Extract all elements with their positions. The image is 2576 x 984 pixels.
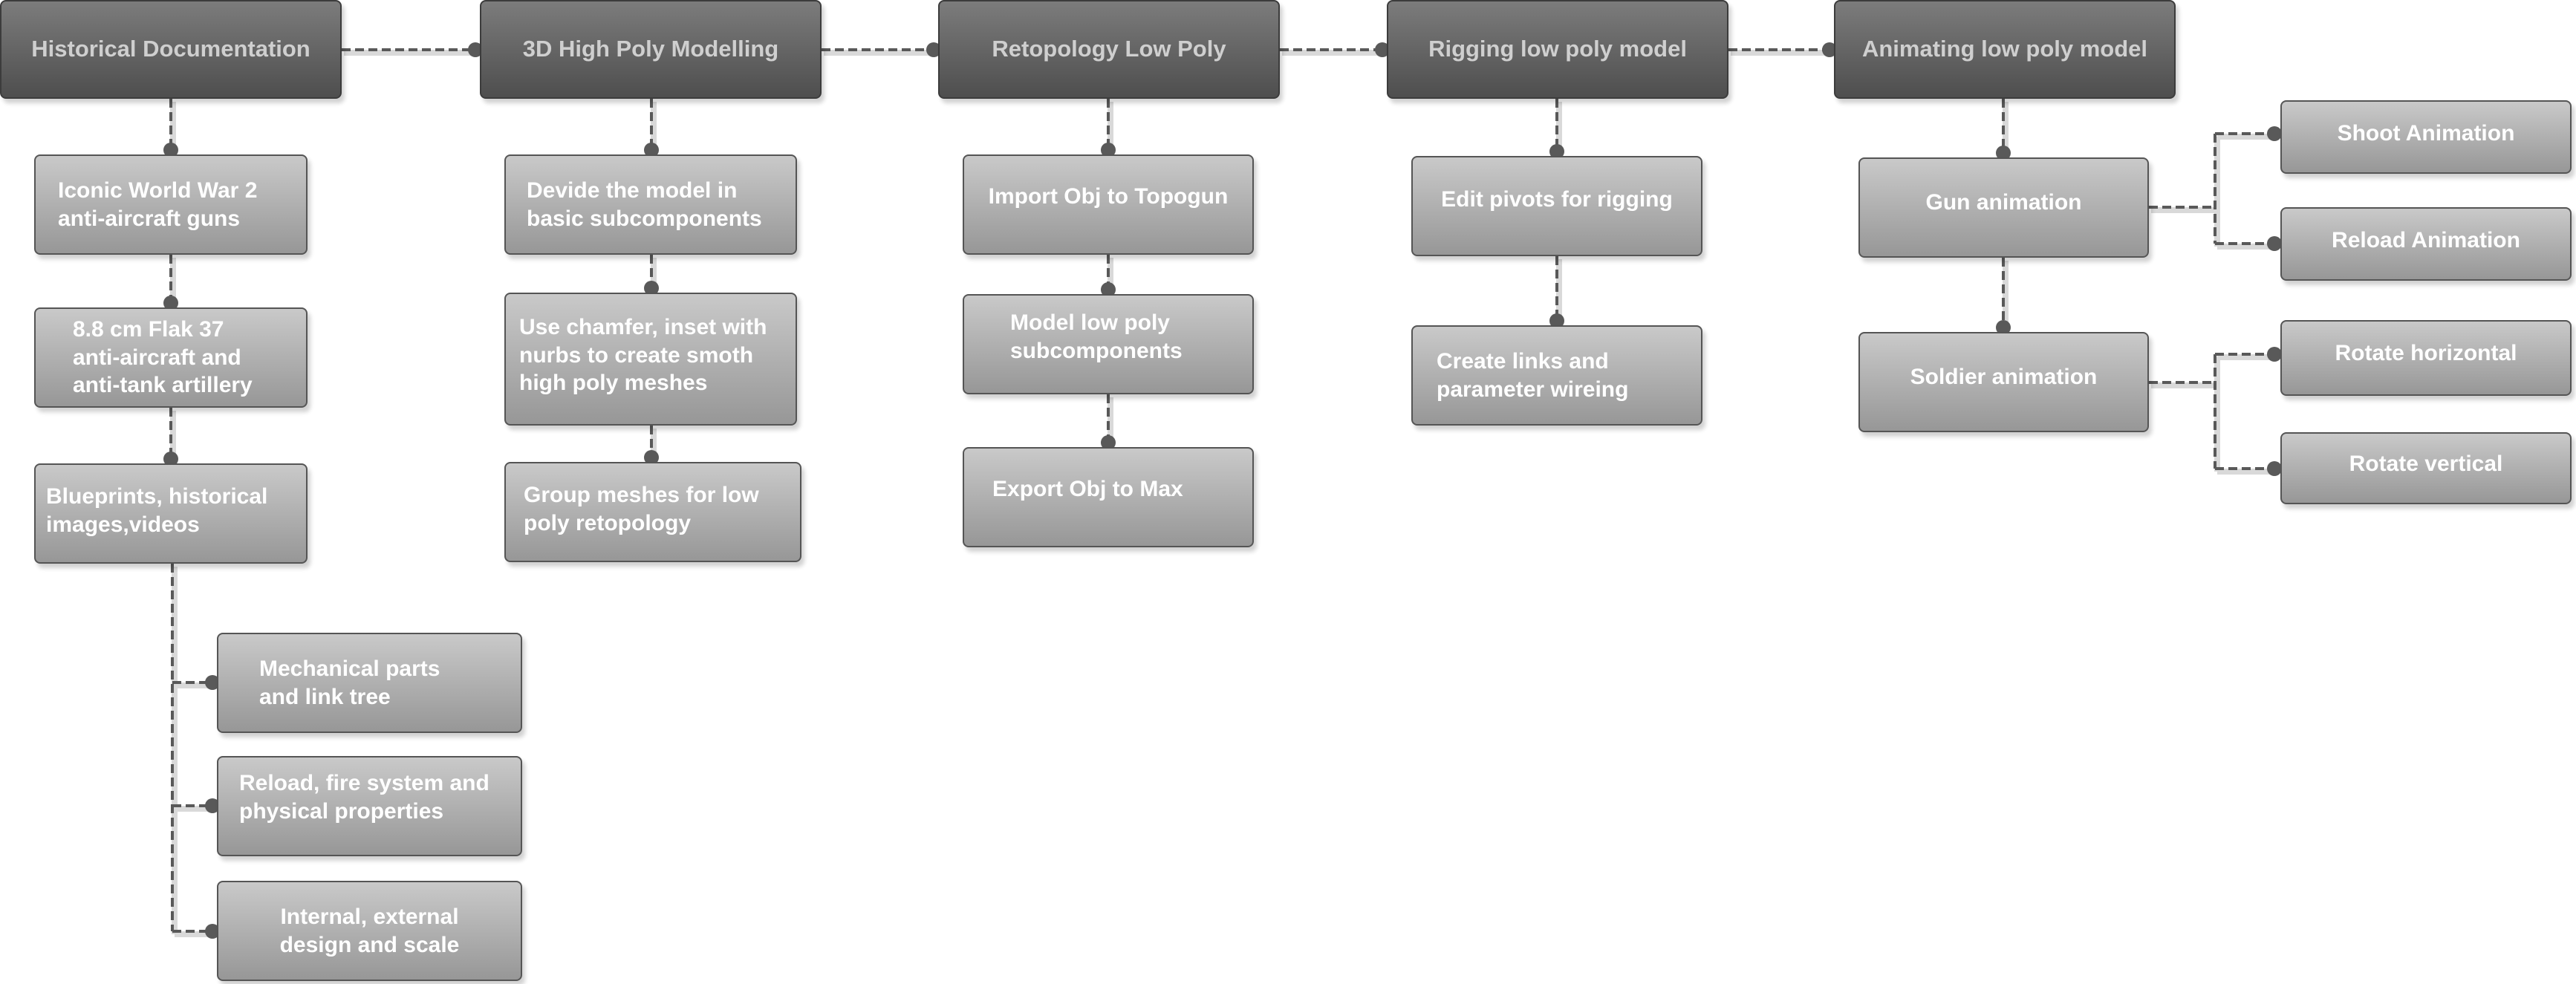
step-mechanical-parts: Mechanical parts and link tree [217,633,522,733]
step-create-links: Create links and parameter wireing [1411,325,1702,426]
stage-label: Historical Documentation [31,36,310,62]
step-chamfer-inset-nurbs: Use chamfer, inset with nurbs to create … [504,293,797,426]
stage-label: Rigging low poly model [1428,36,1687,62]
connector-dot [2267,347,2282,362]
connector-dot [2267,126,2282,141]
step-label: Soldier animation [1910,365,2098,389]
step-label: Blueprints, historical images,videos [46,484,268,537]
step-label: Reload Animation [2332,228,2520,252]
step-model-low-poly-subcomponents: Model low poly subcomponents [963,294,1254,394]
step-reload-fire-system: Reload, fire system and physical propert… [217,756,522,856]
step-blueprints: Blueprints, historical images,videos [34,463,308,564]
step-label: 8.8 cm Flak 37 anti-aircraft and anti-ta… [73,317,253,398]
step-internal-external-design: Internal, external design and scale [217,881,522,981]
step-label: Rotate horizontal [2335,341,2517,365]
stage-label: Animating low poly model [1861,36,2148,62]
step-group-meshes: Group meshes for low poly retopology [504,462,801,562]
step-import-obj-topogun: Import Obj to Topogun [963,154,1254,255]
step-label: Rotate vertical [2349,452,2503,476]
stage-rigging-low-poly-model: Rigging low poly model [1387,0,1728,99]
stage-3d-high-poly-modelling: 3D High Poly Modelling [480,0,822,99]
step-label: Reload, fire system and physical propert… [239,771,489,824]
stage-animating-low-poly-model: Animating low poly model [1834,0,2176,99]
step-edit-pivots: Edit pivots for rigging [1411,156,1702,256]
connector-dot [2267,236,2282,251]
stage-label: 3D High Poly Modelling [522,36,779,62]
step-reload-animation: Reload Animation [2280,207,2572,281]
step-label: Gun animation [1925,190,2082,215]
step-label: Create links and parameter wireing [1437,349,1629,402]
step-label: Shoot Animation [2337,121,2515,146]
step-label: Group meshes for low poly retopology [524,483,759,535]
step-label: Export Obj to Max [992,477,1183,501]
connector-dot [2267,461,2282,476]
step-label: Mechanical parts and link tree [259,656,440,709]
step-label: Model low poly subcomponents [1010,310,1183,363]
step-flak-37: 8.8 cm Flak 37 anti-aircraft and anti-ta… [34,307,308,408]
step-label: Iconic World War 2 anti-aircraft guns [58,178,258,231]
stage-historical-documentation: Historical Documentation [0,0,342,99]
step-gun-animation: Gun animation [1858,157,2149,258]
step-divide-model: Devide the model in basic subcomponents [504,154,797,255]
step-rotate-horizontal: Rotate horizontal [2280,320,2572,396]
step-label: Edit pivots for rigging [1441,187,1673,212]
step-soldier-animation: Soldier animation [1858,332,2149,432]
step-shoot-animation: Shoot Animation [2280,100,2572,174]
stage-retopology-low-poly: Retopology Low Poly [938,0,1280,99]
step-label: Devide the model in basic subcomponents [527,178,762,231]
step-export-obj-max: Export Obj to Max [963,447,1254,547]
step-label: Internal, external design and scale [279,905,460,957]
workflow-diagram: Historical Documentation 3D High Poly Mo… [0,0,2576,984]
step-iconic-ww2-guns: Iconic World War 2 anti-aircraft guns [34,154,308,255]
step-label: Use chamfer, inset with nurbs to create … [519,315,767,395]
step-rotate-vertical: Rotate vertical [2280,432,2572,504]
step-label: Import Obj to Topogun [988,184,1229,209]
stage-label: Retopology Low Poly [992,36,1226,62]
